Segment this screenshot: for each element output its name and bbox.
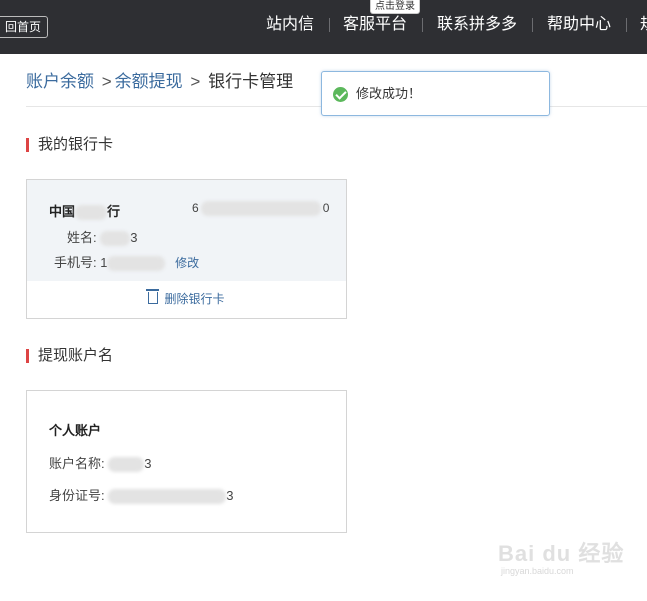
- nav-help-center[interactable]: 帮助中心: [547, 15, 611, 35]
- breadcrumb-withdraw[interactable]: 余额提现: [115, 72, 183, 91]
- id-number-label: 身份证号:: [49, 488, 105, 503]
- breadcrumb-separator: >: [190, 72, 201, 91]
- name-suffix: 3: [130, 230, 138, 245]
- nav-customer-service[interactable]: 客服平台: [343, 15, 407, 35]
- account-panel: 个人账户 账户名称: 3 身份证号: 3: [26, 390, 347, 533]
- breadcrumb: 账户余额 > 余额提现 > 银行卡管理: [26, 71, 293, 93]
- account-name-row: 账户名称: 3: [49, 453, 152, 473]
- masked-text: [100, 231, 131, 247]
- bank-card-info: 中国行 60 姓名: 3 手机号: 1 修改: [27, 180, 346, 281]
- watermark-url: jingyan.baidu.com: [501, 566, 574, 576]
- masked-text: [200, 201, 321, 217]
- id-number-suffix: 3: [226, 488, 234, 503]
- card-holder-row: 姓名: 3: [67, 227, 138, 247]
- bank-name: 中国 行: [49, 201, 121, 221]
- bank-card-panel: 中国行 60 姓名: 3 手机号: 1 修改 删除银行卡: [26, 179, 347, 319]
- masked-text: [75, 205, 108, 221]
- delete-bank-card-label: 删除银行卡: [164, 292, 225, 306]
- nav-divider: [626, 18, 627, 32]
- nav-contact[interactable]: 联系拼多多: [437, 15, 517, 35]
- phone-row: 手机号: 1 修改: [54, 252, 199, 272]
- masked-text: [108, 489, 227, 505]
- baidu-jingyan-watermark: Bai du 经验: [498, 541, 625, 566]
- nav-messages[interactable]: 站内信: [266, 15, 314, 35]
- account-name-suffix: 3: [144, 456, 152, 471]
- bank-name-suffix: 行: [107, 204, 121, 219]
- nav-divider: [422, 18, 423, 32]
- card-number: 60: [192, 201, 330, 217]
- edit-phone-link[interactable]: 修改: [175, 256, 199, 270]
- toast-message: 修改成功！: [356, 86, 422, 101]
- card-number-suffix: 0: [322, 201, 330, 215]
- breadcrumb-current-page: 银行卡管理: [208, 72, 294, 91]
- bank-name-prefix: 中国: [49, 204, 76, 219]
- account-type: 个人账户: [49, 423, 102, 438]
- check-circle-icon: [333, 87, 348, 102]
- nav-divider: [532, 18, 533, 32]
- nav-divider: [329, 18, 330, 32]
- section-title-bank-card: 我的银行卡: [26, 136, 113, 154]
- phone-prefix: 1: [100, 255, 108, 270]
- success-toast: 修改成功！: [321, 71, 550, 116]
- breadcrumb-separator: >: [101, 72, 112, 91]
- name-label: 姓名:: [67, 230, 97, 245]
- delete-bank-card-button[interactable]: 删除银行卡: [27, 281, 346, 318]
- masked-text: [107, 256, 166, 272]
- phone-label: 手机号:: [54, 255, 97, 270]
- top-nav-bar: 回首页 站内信 客服平台 联系拼多多 帮助中心 规 点击登录: [0, 0, 647, 54]
- section-title-account-name: 提现账户名: [26, 347, 113, 365]
- nav-rules[interactable]: 规: [640, 15, 647, 35]
- trash-icon: [146, 289, 160, 304]
- card-number-prefix: 6: [192, 201, 199, 215]
- login-badge[interactable]: 点击登录: [370, 0, 420, 14]
- breadcrumb-account-balance[interactable]: 账户余额: [26, 72, 94, 91]
- account-name-label: 账户名称:: [49, 456, 105, 471]
- masked-text: [108, 457, 145, 473]
- back-home-button[interactable]: 回首页: [0, 16, 49, 38]
- id-number-row: 身份证号: 3: [49, 485, 234, 505]
